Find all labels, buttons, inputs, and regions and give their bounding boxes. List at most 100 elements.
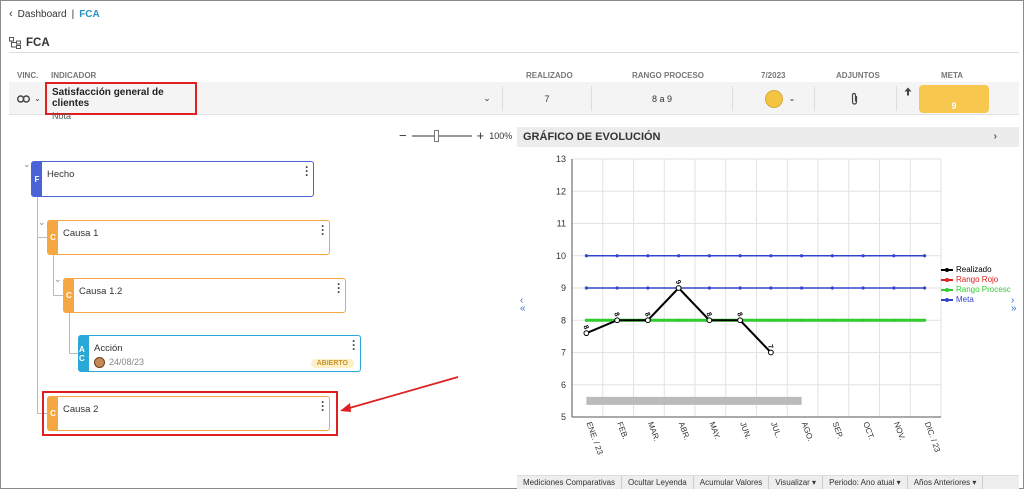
series-line-meta-point [892, 286, 896, 290]
chevron-down-icon: ⌄ [34, 94, 41, 103]
tree-node-causa-1[interactable]: C Causa 1 · · · [47, 220, 330, 255]
chart-footer-toolbar: Mediciones Comparativas Ocultar Leyenda Ac… [517, 475, 1019, 489]
page-title-bar: FCA [9, 33, 1019, 53]
status-select[interactable]: ⌄ [757, 82, 803, 115]
y-tick-label: 9 [561, 283, 566, 293]
zoom-percent: 100% [489, 130, 513, 141]
collapse-chevron-icon[interactable]: ⌄ [54, 274, 62, 285]
node-label: Causa 1.2 [79, 286, 123, 297]
footer-button[interactable]: Periodo: Ano atual ▾ [823, 476, 908, 489]
series-line-meta-point [646, 286, 650, 290]
series-line-meta-point [615, 286, 619, 290]
more-options-icon[interactable]: · · · [352, 335, 356, 355]
breadcrumb-dashboard-link[interactable]: Dashboard [18, 9, 67, 20]
series-line-rango-proceso-point [800, 318, 804, 322]
realizado-point [644, 317, 651, 324]
series-line-10-point [677, 254, 681, 258]
chart-prev-arrow-icon[interactable]: ‹ « [520, 296, 526, 314]
footer-button[interactable]: Visualizar ▾ [769, 476, 824, 489]
data-label: 8 [643, 312, 651, 318]
chart-next-arrow-icon[interactable]: ›» [1011, 296, 1017, 314]
footer-button[interactable]: Ocultar Leyenda [622, 476, 694, 489]
realizado-point [614, 317, 621, 324]
data-label: 7 [766, 344, 774, 350]
x-tick-label: JUN. [738, 421, 753, 441]
zoom-slider[interactable] [411, 129, 472, 142]
indicator-dropdown-chevron-icon[interactable]: ⌄ [479, 82, 495, 115]
series-line-10-point [892, 254, 896, 258]
x-tick-label: MAY. [707, 421, 722, 441]
chevron-right-icon[interactable]: › [994, 131, 997, 142]
series-line-rango-proceso-point [677, 318, 681, 322]
series-line-meta-point [584, 286, 588, 290]
range-band-bar [586, 396, 802, 405]
zoom-out-button[interactable]: − [399, 128, 407, 143]
paperclip-icon [851, 92, 857, 105]
more-options-icon[interactable]: · · · [337, 278, 341, 298]
collapse-chevron-icon[interactable]: ⌄ [38, 217, 46, 228]
node-label: Acción [94, 343, 123, 354]
series-line-10-point [615, 254, 619, 258]
x-tick-label: DIC. / 23 [923, 421, 942, 454]
series-line-10-point [584, 254, 588, 258]
header-vinc: VINC. [17, 71, 39, 80]
data-label: 8 [735, 312, 743, 318]
series-line-10-point [707, 254, 711, 258]
arrow-up-icon[interactable] [901, 81, 915, 101]
header-realizado: REALIZADO [526, 71, 573, 80]
link-select[interactable]: ⌄ [15, 82, 43, 115]
y-tick-label: 5 [561, 412, 566, 422]
legend-swatch [941, 298, 953, 302]
y-tick-label: 6 [561, 380, 566, 390]
legend-item[interactable]: Rango Procesc [941, 285, 1011, 295]
indicator-title: Satisfacción general de clientes [52, 87, 164, 109]
tree-node-causa-1-2[interactable]: C Causa 1.2 · · · [63, 278, 346, 313]
footer-button[interactable]: Mediciones Comparativas [517, 476, 623, 489]
series-line-10-point [738, 254, 742, 258]
header-meta: META [941, 71, 964, 80]
highlight-box [42, 391, 338, 436]
breadcrumb-separator: | [71, 8, 75, 20]
more-options-icon[interactable]: · · · [321, 220, 325, 240]
legend-label: Meta [956, 295, 974, 304]
link-icon [17, 94, 31, 103]
data-label: 8 [612, 312, 620, 318]
more-options-icon[interactable]: · · · [305, 161, 309, 181]
chevron-down-icon: ⌄ [788, 94, 796, 103]
realizado-point [583, 330, 590, 337]
series-line-meta-point [769, 286, 773, 290]
legend-label: Rango Rojo [956, 275, 999, 284]
breadcrumb-current: FCA [79, 8, 100, 20]
legend-swatch [941, 278, 953, 282]
realizado-point [767, 349, 774, 356]
series-line-meta-point [707, 286, 711, 290]
realizado-point [706, 317, 713, 324]
zoom-slider-handle[interactable] [433, 129, 439, 142]
series-line-10-point [800, 254, 804, 258]
zoom-in-button[interactable]: + [477, 128, 485, 143]
footer-button[interactable]: Años Anteriores ▾ [908, 476, 984, 489]
legend-item[interactable]: Meta [941, 295, 1011, 305]
tree-node-hecho[interactable]: F Hecho · · · [31, 161, 314, 197]
back-chevron-icon[interactable]: ‹ [9, 8, 13, 20]
evolution-chart: 5 6 7 8 9 10 11 12 13 ENE. / 23 FEB. MAR. ABR. MAY. JU… [556, 154, 942, 457]
avatar [94, 357, 105, 368]
y-tick-label: 11 [557, 219, 566, 229]
y-tick-label: 7 [561, 348, 566, 358]
tree-node-accion[interactable]: A C Acción 24/08/23 ABIERTO · · · [78, 335, 361, 372]
x-tick-label: NOV. [892, 421, 907, 442]
legend-swatch [941, 268, 953, 272]
rango-value: 8 a 9 [651, 93, 673, 104]
legend-item[interactable]: Rango Rojo [941, 275, 1011, 285]
indicator-field[interactable]: Satisfacción general de clientes Nota [45, 82, 197, 121]
node-type-badge: A C [79, 336, 89, 371]
breadcrumb: ‹ Dashboard | FCA [9, 8, 100, 20]
attachment-button[interactable] [843, 82, 865, 115]
series-line-10-point [769, 254, 773, 258]
x-tick-label: ENE. / 23 [584, 421, 604, 457]
legend-item[interactable]: Realizado [941, 265, 1011, 275]
series-line-10-point [861, 254, 865, 258]
footer-button[interactable]: Acumular Valores [694, 476, 770, 489]
y-tick-label: 13 [556, 154, 566, 164]
collapse-chevron-icon[interactable]: ⌄ [23, 159, 31, 170]
